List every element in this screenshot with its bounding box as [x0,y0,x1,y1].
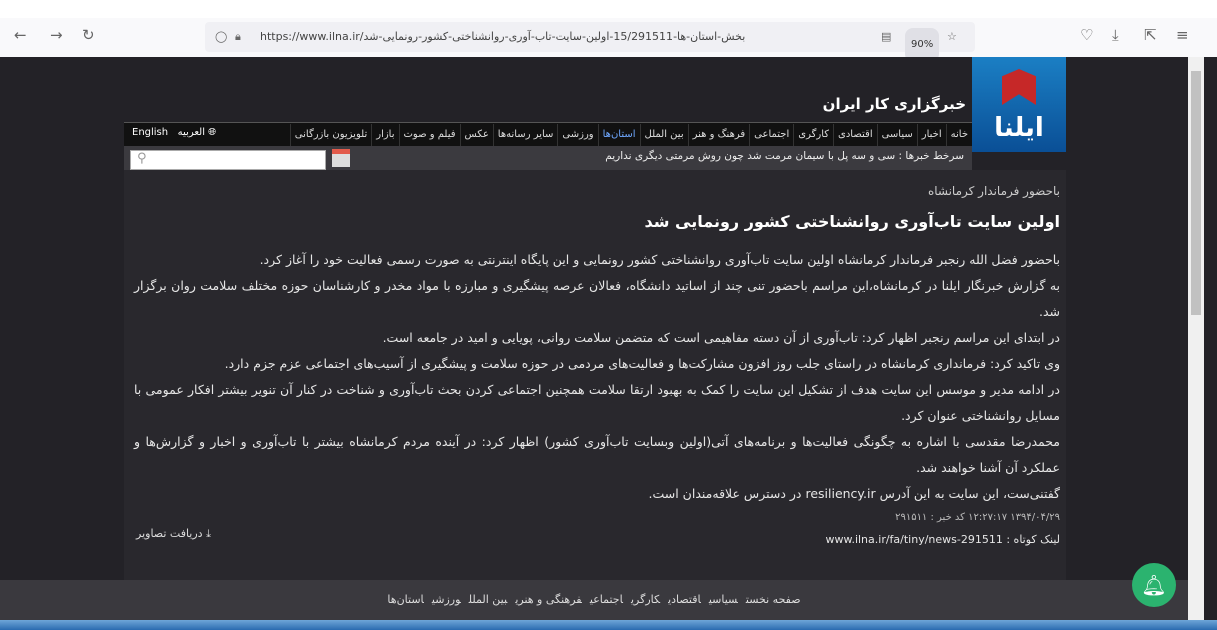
download-images-link[interactable]: ⤓ دریافت تصاویر [136,527,211,541]
footer-link[interactable]: صفحه نخست [746,593,801,606]
scrollbar-thumb[interactable] [1191,71,1201,315]
footer-link[interactable]: سیاسی [709,593,738,606]
article-paragraph: باحضور فضل الله رنجبر فرماندار کرمانشاه … [259,252,1060,267]
footer-link[interactable]: فرهنگی و هنری [515,593,582,606]
taskbar [0,620,1217,630]
nav-item[interactable]: خانه [945,123,972,146]
pocket-icon[interactable]: ♡ [1080,26,1093,44]
footer-link[interactable]: اقتصادی [668,593,701,606]
reader-icon[interactable]: ▤ [881,22,891,52]
nav-item[interactable]: اجتماعی [749,123,793,146]
url-bar[interactable]: ◯ 🔒︎ https://www.ilna.ir/بخش-استان-ها-15… [205,22,975,62]
nav-item[interactable]: سیاسی [876,123,917,146]
nav-item[interactable]: استان‌ها [597,123,640,146]
article-paragraph: در ابتدای این مراسم رنجبر اظهار کرد: تاب… [382,330,1060,345]
nav-item[interactable]: تلویزیون بازرگانی [289,123,371,146]
nav-item[interactable]: بین الملل [639,123,688,146]
extensions-icon[interactable]: ⇱ [1144,26,1157,44]
footer-nav: صفحه نخست سیاسی اقتصادی کارگری اجتماعی فرهنگی… [0,580,1188,620]
back-icon[interactable]: ← [14,26,27,44]
nav-item[interactable]: سایر رسانه‌ها [492,123,558,146]
footer-link[interactable]: ورزشی [432,593,461,606]
menu-icon[interactable]: ≡ [1176,26,1189,44]
star-icon[interactable]: ☆ [947,22,957,52]
short-link[interactable]: www.ilna.ir/fa/tiny/news-291511 [825,533,1002,546]
footer-link[interactable]: بین الملل [469,593,508,606]
article-paragraph: محمدرضا مقدسی با اشاره به چگونگی فعالیت‌… [134,434,1060,475]
article-title: اولین سایت تاب‌آوری روانشناختی کشور رونم… [644,212,1061,231]
footer-link[interactable]: استان‌ها [387,593,423,606]
shield-icon: ◯ [215,30,228,43]
footer-link[interactable]: اجتماعی [590,593,623,606]
nav-item[interactable]: فرهنگ و هنر [687,123,750,146]
search-input[interactable]: ⚲ [130,150,326,170]
article: باحضور فرماندار کرمانشاه اولین سایت تاب‌… [124,170,1066,580]
article-meta: ۱۳۹۴/۰۴/۲۹ ۱۲:۲۷:۱۷ کد خبر : ۲۹۱۵۱۱ [895,512,1060,523]
article-paragraph: وی تاکید کرد: فرمانداری کرمانشاه در راست… [224,356,1060,371]
browser-toolbar: ← → ↻ ◯ 🔒︎ https://www.ilna.ir/بخش-استان… [0,0,1217,62]
scrollbar[interactable] [1188,57,1204,620]
short-link-row: لینک کوتاه : www.ilna.ir/fa/tiny/news-29… [825,533,1060,546]
nav-item[interactable]: اقتصادی [833,123,877,146]
logo-mark-icon [1002,69,1036,105]
notification-bell-button[interactable]: 🔔︎ [1132,563,1176,607]
nav-item[interactable]: کارگری [793,123,833,146]
nav-item[interactable]: عکس [459,123,493,146]
footer-link[interactable]: کارگری [631,593,660,606]
site-name: خبرگزاری کار ایران [822,95,966,113]
nav-item[interactable]: فیلم و صوت [398,123,460,146]
globe-icon: 🌐︎ [205,127,217,138]
main-nav: خانه اخبار سیاسی اقتصادی کارگری اجتماعی فرهنگ … [124,122,972,146]
download-icon: ⤓ [202,527,211,540]
lock-icon: 🔒︎ [235,30,241,43]
nav-item[interactable]: اخبار [916,123,946,146]
article-supertitle: باحضور فرماندار کرمانشاه [927,184,1060,198]
search-icon[interactable]: ⚲ [137,151,147,166]
article-paragraph: به گزارش خبرنگار ایلنا در کرمانشاه،این م… [134,278,1060,319]
reload-icon[interactable]: ↻ [82,26,95,44]
article-paragraph: گفتنی‌ست، این سایت به این آدرس resilienc… [648,486,1060,501]
site-logo[interactable]: ایلنا [972,57,1066,152]
web-page: ایلنا خبرگزاری کار ایران خانه اخبار سیاسی ا… [0,57,1188,620]
calendar-icon[interactable] [332,149,350,167]
nav-item[interactable]: بازار [371,123,398,146]
nav-item[interactable]: ورزشی [557,123,597,146]
language-switch: 🌐︎ العربیه English [132,127,216,138]
download-icon[interactable]: ⤓ [1112,26,1119,44]
lang-english[interactable]: English [132,127,168,138]
lang-arabic[interactable]: العربیه [178,127,205,138]
article-paragraph: در ادامه مدیر و موسس این سایت هدف از تشک… [134,382,1060,423]
forward-icon[interactable]: → [50,26,63,44]
